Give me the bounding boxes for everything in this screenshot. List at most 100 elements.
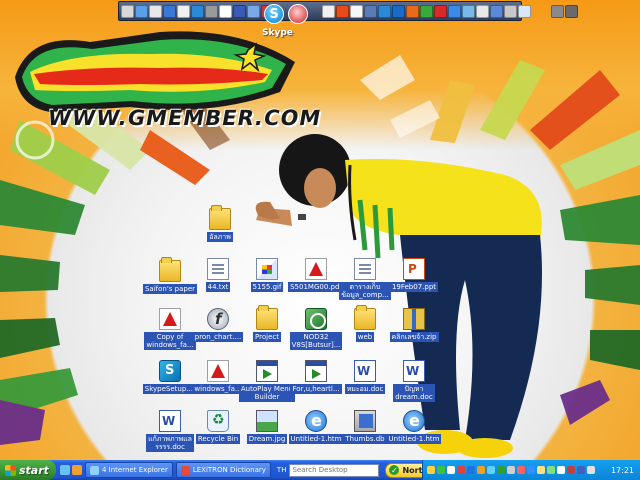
icon-label: 19Feb07.ppt (389, 282, 439, 292)
icon-label: web (355, 332, 375, 342)
tray-icon[interactable] (497, 466, 505, 474)
app-icon-18[interactable] (406, 4, 419, 18)
tray-icon[interactable] (467, 466, 475, 474)
word-doc-icon (403, 360, 425, 382)
app-icon-27[interactable] (551, 4, 564, 18)
task-lexitron[interactable]: LEXiTRON Dictionary (175, 462, 271, 478)
quicklaunch-dock (118, 1, 578, 21)
app-icon-21[interactable] (448, 4, 461, 18)
desktop-icon[interactable]: 19Feb07.ppt (384, 258, 444, 292)
tray-icon[interactable] (527, 466, 535, 474)
app-icon-16[interactable] (378, 4, 391, 18)
database-file-icon (354, 410, 376, 432)
tray-icon[interactable] (577, 466, 585, 474)
icon-label: For,u,heartl... (290, 384, 342, 394)
tray-icon[interactable] (567, 466, 575, 474)
ie-quicklaunch-icon[interactable] (60, 465, 70, 475)
desktop-icon[interactable]: Untitled-1.htm (384, 410, 444, 444)
icon-label: windows_fa... (192, 384, 244, 394)
app-icon-22[interactable] (462, 4, 475, 18)
app-icon-6[interactable] (191, 4, 204, 18)
antivirus-icon (305, 308, 327, 330)
desktop-icon[interactable]: คลิกเลขจ้า.zip (384, 308, 444, 342)
image-file-icon (256, 258, 278, 280)
app-icon-20[interactable] (434, 4, 447, 18)
folder-icon (159, 257, 181, 282)
skype-icon[interactable]: S (264, 4, 284, 24)
tray-icon[interactable] (557, 466, 565, 474)
start-label: start (19, 463, 49, 477)
app-icon-1[interactable] (121, 4, 134, 18)
app-icon-23[interactable] (476, 4, 489, 18)
app-icon-25[interactable] (504, 4, 517, 18)
app-icon-4[interactable] (163, 4, 176, 18)
folder-icon (209, 205, 231, 230)
app-icon-8[interactable] (219, 4, 232, 18)
icon-label: Project (253, 332, 281, 342)
app-icon-17[interactable] (392, 4, 405, 18)
windows-logo-icon (5, 464, 16, 476)
tray-icon[interactable] (487, 466, 495, 474)
acrobat-icon[interactable] (336, 4, 349, 18)
app-icon-2[interactable] (135, 4, 148, 18)
desktop-search-input[interactable] (289, 463, 380, 477)
task-label: 4 Internet Explorer (102, 466, 168, 474)
app-icon-15[interactable] (364, 4, 377, 18)
tray-icon[interactable] (477, 466, 485, 474)
language-indicator[interactable]: TH (277, 466, 287, 474)
icon-label: หมะอม.doc (344, 384, 386, 394)
icon-label: pron_chart.... (192, 332, 244, 342)
app-icon-7[interactable] (205, 4, 218, 18)
app-icon-10[interactable] (247, 4, 260, 18)
pdf-icon (305, 258, 327, 280)
tray-icon[interactable] (547, 466, 555, 474)
desktop-icon[interactable]: อัลภาพ (190, 205, 250, 242)
app-icon-24[interactable] (490, 4, 503, 18)
tray-icon[interactable] (517, 466, 525, 474)
icon-label: ตารางเก็บ ข้อมูล_comp... (339, 282, 391, 300)
start-button[interactable]: start (0, 460, 56, 480)
internet-explorer-icon (305, 410, 327, 432)
app-icon-3[interactable] (149, 4, 162, 18)
check-icon: ✓ (389, 465, 400, 475)
text-file-icon (207, 258, 229, 280)
folder-icon (354, 305, 376, 330)
quicklaunch-icon[interactable] (72, 465, 82, 475)
flash-file-icon (207, 308, 229, 330)
tray-icon[interactable] (447, 466, 455, 474)
hp-icon[interactable] (233, 4, 246, 18)
tray-icon[interactable] (537, 466, 545, 474)
tray-icon[interactable] (427, 466, 435, 474)
quick-launch (60, 465, 82, 475)
autoplay-app-icon (256, 360, 278, 382)
icon-label: ปัญหา dream.doc (393, 384, 435, 402)
app-icon-19[interactable] (420, 4, 433, 18)
clock: 17:21 (610, 465, 634, 475)
zip-archive-icon (403, 308, 425, 330)
internet-explorer-icon (403, 410, 425, 432)
desktop-icon[interactable]: ปัญหา dream.doc (384, 360, 444, 402)
skype-label: Skype (262, 28, 293, 38)
powerpoint-icon (403, 258, 425, 280)
word-doc-icon (354, 360, 376, 382)
pdf-icon (159, 308, 181, 330)
tray-icon[interactable] (457, 466, 465, 474)
volume-icon[interactable] (587, 466, 595, 474)
image-file-icon (256, 410, 278, 432)
icon-label: Untitled-1.htm (386, 434, 442, 444)
app-icon-12[interactable] (322, 4, 335, 18)
task-label: LEXiTRON Dictionary (192, 466, 266, 474)
system-tray: 17:21 (422, 460, 640, 480)
site-url-text: WWW.GMEMBER.COM (45, 106, 324, 130)
app-icon-14[interactable] (350, 4, 363, 18)
icon-label: 44.txt (205, 282, 231, 292)
task-internet-explorer[interactable]: 4 Internet Explorer (85, 462, 173, 478)
pdf-icon (207, 360, 229, 382)
dictionary-icon (180, 465, 190, 475)
tray-icon[interactable] (437, 466, 445, 474)
tray-icon[interactable] (507, 466, 515, 474)
app-icon-28[interactable] (565, 4, 578, 18)
app-icon-26[interactable] (518, 4, 531, 18)
app-icon-5[interactable] (177, 4, 190, 18)
browser-icon[interactable] (288, 4, 308, 24)
